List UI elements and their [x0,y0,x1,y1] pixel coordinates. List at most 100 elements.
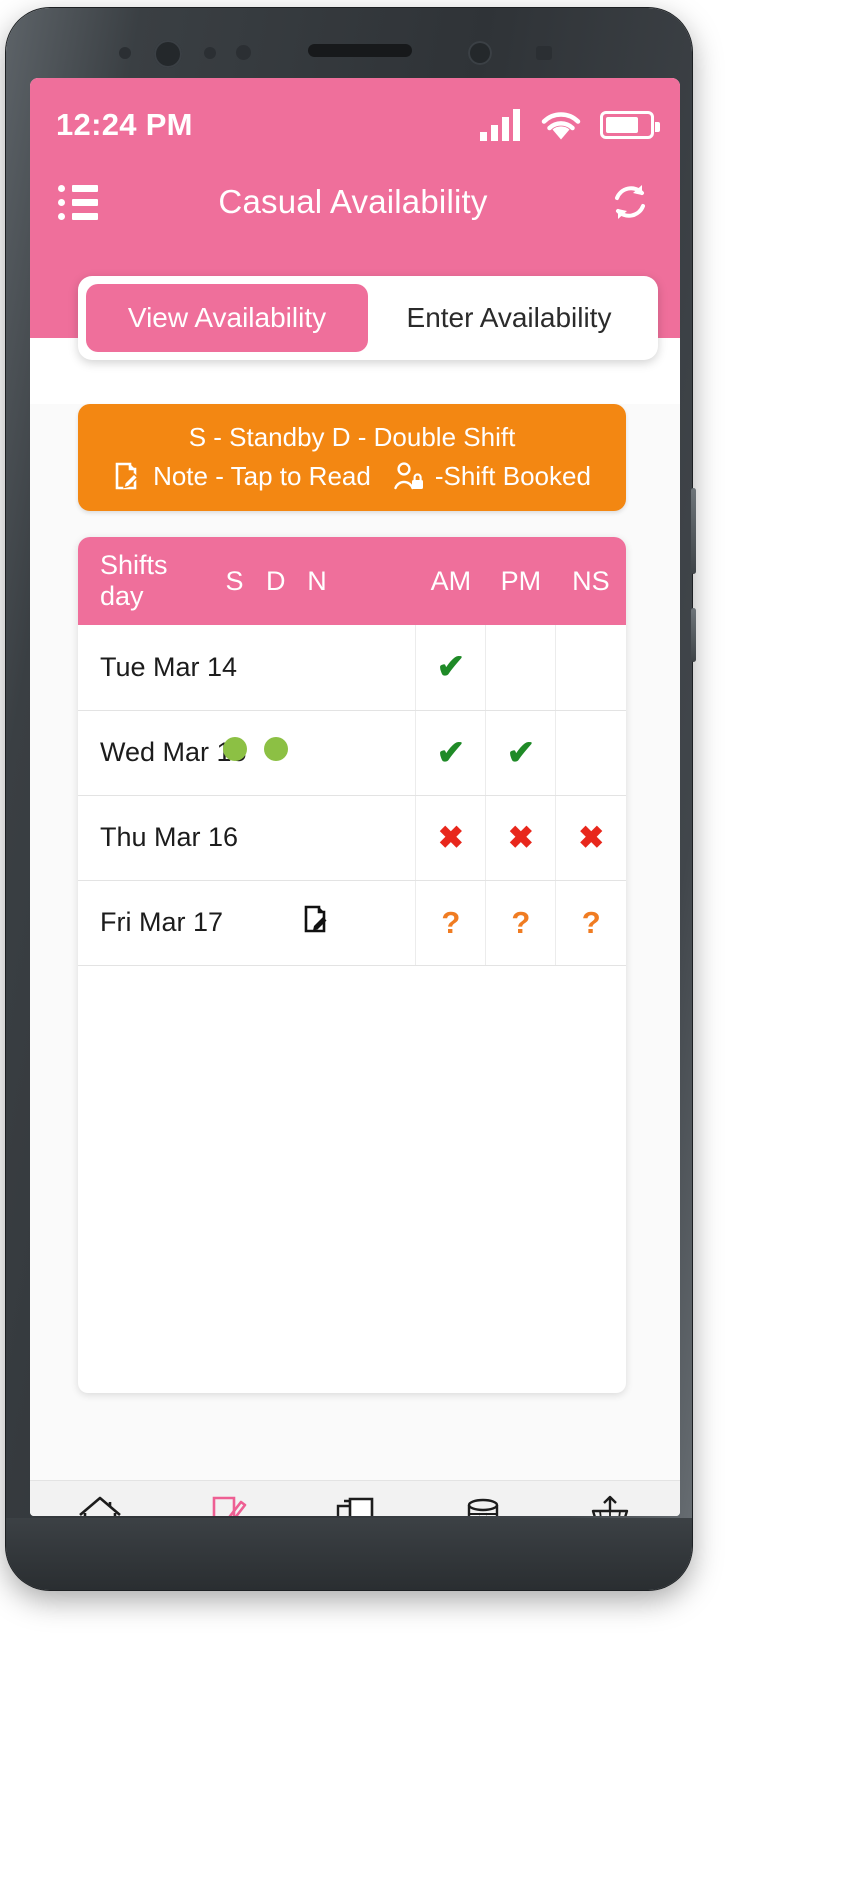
screenshot-stage: 12:24 PM Casual Availability View Availa… [0,0,844,1896]
cell-spacer [337,795,416,881]
table-row[interactable]: Fri Mar 17??? [78,880,626,966]
app-title-bar: Casual Availability [30,150,680,236]
column-header-am: AM [415,537,486,626]
cell-day: Thu Mar 16 [78,795,238,881]
cell-ns[interactable] [555,625,626,711]
cell-am[interactable]: ? [415,880,486,966]
availability-table-card: Shifts day S D N AM PM NS Tue Mar 14 ✔ Wed… [78,537,626,1394]
legend-banner[interactable]: S - Standby D - Double Shift Note - Tap … [78,404,626,512]
question-mark: ? [581,904,601,940]
cell-note[interactable] [296,880,338,966]
cell-ns[interactable]: ? [555,880,626,966]
cell-pm[interactable]: ? [485,880,556,966]
cell-double[interactable] [255,710,297,796]
refresh-icon[interactable] [608,180,652,224]
cell-day: Wed Mar 15 [78,710,247,796]
cell-ns[interactable] [555,710,626,796]
tab-view-availability[interactable]: View Availability [86,284,368,352]
shopping-cart-icon [591,1495,629,1516]
home-icon [78,1496,121,1516]
cell-spacer [337,625,416,711]
column-header-d: D [255,537,297,626]
cross-mark: ✖ [578,819,605,855]
cell-spacer [337,710,416,796]
cell-pm[interactable]: ✔ [485,710,556,796]
phone-chin [6,1518,692,1590]
front-camera [154,40,182,68]
status-bar: 12:24 PM [30,78,680,150]
cell-double[interactable] [255,795,297,881]
column-header-pm: PM [485,537,556,626]
battery-icon [600,111,660,139]
question-mark: ? [441,904,461,940]
availability-table: Shifts day S D N AM PM NS Tue Mar 14 ✔ Wed… [78,537,626,966]
nav-item-availability[interactable]: Availability [164,1494,292,1516]
phone-frame: 12:24 PM Casual Availability View Availa… [6,8,696,1590]
bottom-navigation: Dashboard Availability My Shifts [30,1480,680,1516]
cell-note[interactable] [296,795,338,881]
cell-note[interactable] [296,710,338,796]
list-menu-icon[interactable] [58,184,98,220]
sensor-dot [119,47,131,59]
cell-day: Fri Mar 17 [78,880,223,966]
check-mark: ✔ [506,733,536,772]
column-header-n: N [296,537,338,626]
cellular-signal-icon [480,109,520,141]
status-bar-clock: 12:24 PM [56,107,193,142]
cell-double[interactable] [255,625,297,711]
paint-bucket-icon [467,1498,498,1516]
green-dot-indicator [263,737,288,762]
legend-line-2: Note - Tap to Read -Shift Booked [88,459,616,494]
wifi-icon [541,112,581,140]
app-body: S - Standby D - Double Shift Note - Tap … [30,404,680,1480]
edit-note-icon [213,1496,247,1516]
volume-button[interactable] [691,488,696,574]
availability-tab-switch: View Availability Enter Availability [78,276,658,360]
cell-pm[interactable]: ✖ [485,795,556,881]
legend-booked-text: -Shift Booked [434,460,591,491]
nav-item-dashboard[interactable]: Dashboard [36,1494,164,1516]
cell-note[interactable] [296,625,338,711]
column-header-spacer [337,537,416,626]
cross-mark: ✖ [437,819,464,855]
table-row[interactable]: Thu Mar 16 ✖ ✖ ✖ [78,795,626,881]
table-body: Tue Mar 14 ✔ Wed Mar 15 ✔ ✔ Thu Mar 16 ✖ ✖ ✖ Fri … [78,625,626,966]
person-lock-icon [394,462,423,490]
legend-line-1: S - Standby D - Double Shift [188,422,516,452]
nav-item-timesheets[interactable]: Timesheets [546,1494,674,1516]
check-mark: ✔ [436,733,466,772]
cell-am[interactable]: ✔ [415,710,486,796]
secondary-camera [468,41,492,65]
status-bar-icons [480,108,660,142]
cell-am[interactable]: ✖ [415,795,486,881]
nav-item-my-shifts[interactable]: My Shifts [291,1494,419,1516]
cell-spacer [337,880,416,966]
question-mark: ? [511,904,531,940]
column-header-ns: NS [555,537,626,626]
check-mark: ✔ [436,648,466,687]
cell-day: Tue Mar 14 [78,625,237,711]
cell-pm[interactable] [485,625,556,711]
table-row[interactable]: Wed Mar 15 ✔ ✔ [78,710,626,796]
legend-note-text: Note - Tap to Read [153,460,371,491]
note-edit-icon[interactable] [302,904,332,934]
cross-mark: ✖ [507,819,534,855]
earpiece-speaker [308,44,412,57]
column-header-s: S [213,537,256,626]
table-row[interactable]: Tue Mar 14 ✔ [78,625,626,711]
sensor-dot [536,46,552,60]
tab-enter-availability[interactable]: Enter Availability [368,284,650,352]
cell-double[interactable] [255,880,297,966]
sensor-dot [236,45,251,60]
table-header: Shifts day S D N AM PM NS [78,537,626,626]
note-edit-icon [115,462,139,490]
nav-item-released[interactable]: Released [419,1494,547,1516]
power-button[interactable] [691,608,696,662]
sensor-dot [204,47,216,59]
phone-screen: 12:24 PM Casual Availability View Availa… [30,78,680,1516]
cell-ns[interactable]: ✖ [555,795,626,881]
windows-icon [336,1497,374,1516]
app-header: 12:24 PM Casual Availability View Availa… [30,78,680,360]
green-dot-indicator [222,737,247,762]
cell-am[interactable]: ✔ [415,625,486,711]
